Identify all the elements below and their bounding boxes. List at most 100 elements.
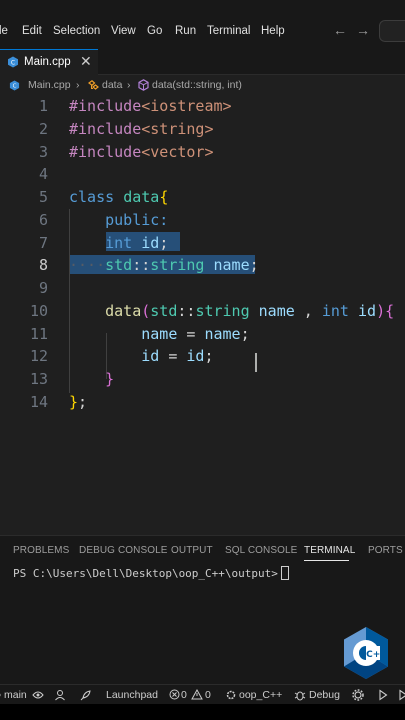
menu-edit[interactable]: Edit — [22, 25, 42, 37]
member-token: name — [213, 256, 250, 274]
branch-name[interactable]: main — [4, 689, 27, 701]
class-name-token: data — [123, 188, 160, 206]
menu-help[interactable]: Help — [261, 25, 285, 37]
brace-token: } — [105, 370, 115, 388]
launchpad-label[interactable]: Launchpad — [106, 689, 158, 701]
tab-label: Main.cpp — [24, 56, 71, 68]
code-line-3[interactable]: #include<vector> — [69, 143, 214, 161]
code-line-8[interactable]: ····std::string name; — [69, 256, 259, 274]
type-token: int — [321, 302, 349, 320]
menu-view[interactable]: View — [111, 25, 136, 37]
code-line-14[interactable]: }; — [69, 393, 87, 411]
code-line-2[interactable]: #include<string> — [69, 120, 214, 138]
terminal-prompt: PS C:\Users\Dell\Desktop\oop_C++\output> — [13, 567, 278, 580]
line-number: 12 — [29, 347, 48, 365]
code-line-13[interactable]: } — [69, 370, 114, 388]
folder-gear-icon — [226, 690, 236, 700]
breadcrumb-file[interactable]: Main.cpp — [28, 79, 71, 91]
folder-name[interactable]: oop_C++ — [239, 689, 282, 701]
command-center-search[interactable] — [379, 20, 405, 42]
screen-bottom-edge — [0, 704, 405, 720]
accounts-icon[interactable] — [54, 689, 66, 701]
active-tab-indicator — [304, 560, 349, 561]
warning-triangle-icon[interactable] — [191, 689, 203, 700]
line-number: 14 — [29, 393, 48, 411]
close-icon[interactable]: ✕ — [80, 53, 92, 70]
panel-tab-problems[interactable]: PROBLEMS — [13, 545, 69, 556]
debug-label[interactable]: Debug — [309, 689, 340, 701]
error-count[interactable]: 0 — [181, 689, 187, 701]
panel-tab-debug-console[interactable]: DEBUG CONSOLE — [79, 545, 168, 556]
breadcrumb-separator: › — [127, 79, 131, 91]
tab-main-cpp[interactable]: C Main.cpp ✕ — [0, 49, 98, 75]
panel-tab-output[interactable]: OUTPUT — [171, 545, 213, 556]
code-line-6[interactable]: public: — [69, 211, 168, 229]
namespace-token: std — [105, 256, 133, 274]
sync-icon[interactable] — [32, 690, 44, 700]
panel-tab-sql-console[interactable]: SQL CONSOLE — [225, 545, 297, 556]
code-line-10[interactable]: data(std::string name , int id){ — [69, 302, 394, 320]
brace-token: { — [159, 188, 169, 206]
type-token: string — [150, 256, 205, 274]
error-circle-icon[interactable] — [169, 689, 180, 700]
indent-token — [69, 347, 141, 365]
debug-run-icon[interactable] — [398, 689, 405, 701]
variable-token: name — [141, 325, 178, 343]
semicolon-token: ; — [240, 325, 250, 343]
cpp-file-icon: C — [8, 56, 18, 68]
cpp-logo-text: C++ — [366, 650, 388, 660]
preprocessor-token: #include — [69, 120, 142, 138]
cpp-file-icon: C — [9, 80, 20, 91]
indent-token — [69, 211, 105, 229]
source-control-icon — [0, 693, 1, 697]
code-line-11[interactable]: name = name; — [69, 325, 250, 343]
line-number: 10 — [29, 302, 48, 320]
editor-tab-bar: C Main.cpp ✕ — [0, 49, 405, 75]
line-number: 11 — [29, 325, 48, 343]
breadcrumb-method[interactable]: data(std::string, int) — [152, 79, 242, 91]
line-number: 5 — [38, 188, 48, 206]
menu-file[interactable]: le — [0, 25, 8, 37]
terminal-cursor — [280, 566, 289, 580]
play-icon[interactable] — [378, 689, 388, 701]
line-number: 1 — [38, 97, 48, 115]
code-line-7[interactable]: int id; — [69, 234, 168, 252]
indent-token — [69, 370, 105, 388]
method-icon — [138, 79, 149, 91]
brace-token: } — [69, 393, 79, 411]
menu-selection[interactable]: Selection — [53, 25, 100, 37]
panel-tab-ports[interactable]: PORTS — [368, 545, 403, 556]
line-number: 9 — [38, 279, 48, 297]
svg-text:C: C — [11, 59, 15, 66]
terminal-output[interactable]: PS C:\Users\Dell\Desktop\oop_C++\output> — [13, 566, 289, 580]
cpp-logo-icon: C++ — [344, 627, 388, 679]
variable-token: id — [141, 347, 160, 365]
status-bar: main Launchpad 0 0 oop_C++ Debug — [0, 684, 405, 704]
variable-token: id — [186, 347, 205, 365]
type-token: string — [195, 302, 250, 320]
indent-token — [69, 302, 105, 320]
gear-icon[interactable] — [352, 689, 364, 701]
menu-go[interactable]: Go — [147, 25, 162, 37]
paren-token: ( — [141, 302, 151, 320]
rocket-icon — [80, 690, 91, 701]
code-line-12[interactable]: id = id; — [69, 347, 214, 365]
code-line-5[interactable]: class data{ — [69, 188, 168, 206]
preprocessor-token: #include — [69, 143, 142, 161]
paren-token: ) — [376, 302, 386, 320]
forward-arrow-icon[interactable]: → — [356, 22, 370, 38]
menu-run[interactable]: Run — [175, 25, 196, 37]
warning-count[interactable]: 0 — [205, 689, 211, 701]
code-line-1[interactable]: #include<iostream> — [69, 97, 232, 115]
access-specifier-token: public: — [105, 211, 169, 229]
panel-tab-terminal[interactable]: TERMINAL — [304, 545, 355, 556]
semicolon-token: ; — [204, 347, 214, 365]
back-arrow-icon[interactable]: ← — [333, 22, 347, 38]
breadcrumb-class[interactable]: data — [102, 79, 122, 91]
scope-token: :: — [177, 302, 196, 320]
code-editor[interactable]: 1 2 3 4 5 6 7 8 9 10 11 12 13 14 #includ… — [0, 95, 405, 535]
menu-terminal[interactable]: Terminal — [207, 25, 250, 37]
